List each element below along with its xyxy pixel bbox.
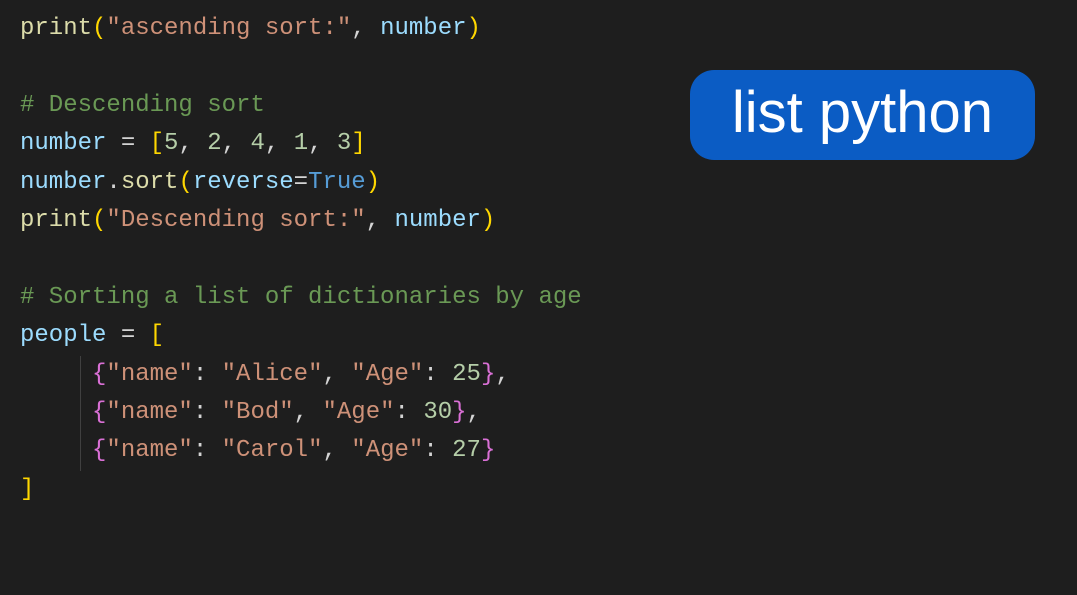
dict-key: "name" [106,437,192,464]
variable: number [20,130,106,157]
comment-line: # Sorting a list of dictionaries by age [20,279,1057,317]
dict-value: 27 [452,437,481,464]
dict-value: 25 [452,361,481,388]
variable: number [20,169,106,196]
function-call: print [20,15,92,42]
number-literal: 1 [294,130,308,157]
keyword-arg: reverse [193,169,294,196]
number-literal: 3 [337,130,351,157]
dict-value: "Carol" [222,437,323,464]
string-literal: "ascending sort:" [106,15,351,42]
dict-entry: {"name": "Carol", "Age": 27} [20,432,1057,470]
constant: True [308,169,366,196]
dict-value: "Alice" [222,361,323,388]
blank-line [20,240,1057,278]
dict-key: "Age" [322,399,394,426]
code-line: print("ascending sort:", number) [20,10,1057,48]
dict-key: "Age" [351,437,423,464]
dict-key: "name" [106,399,192,426]
title-badge: list python [690,70,1035,160]
number-literal: 2 [207,130,221,157]
dict-entry: {"name": "Alice", "Age": 25}, [20,356,1057,394]
dict-value: 30 [423,399,452,426]
number-literal: 5 [164,130,178,157]
dict-value: "Bod" [222,399,294,426]
dict-key: "name" [106,361,192,388]
dict-entry: {"name": "Bod", "Age": 30}, [20,394,1057,432]
variable: number [394,207,480,234]
function-call: print [20,207,92,234]
code-line: number.sort(reverse=True) [20,164,1057,202]
dict-key: "Age" [351,361,423,388]
string-literal: "Descending sort:" [106,207,365,234]
number-literal: 4 [250,130,264,157]
code-line: ] [20,471,1057,509]
code-line: print("Descending sort:", number) [20,202,1057,240]
variable: number [380,15,466,42]
code-line: people = [ [20,317,1057,355]
method-call: sort [121,169,179,196]
variable: people [20,322,106,349]
